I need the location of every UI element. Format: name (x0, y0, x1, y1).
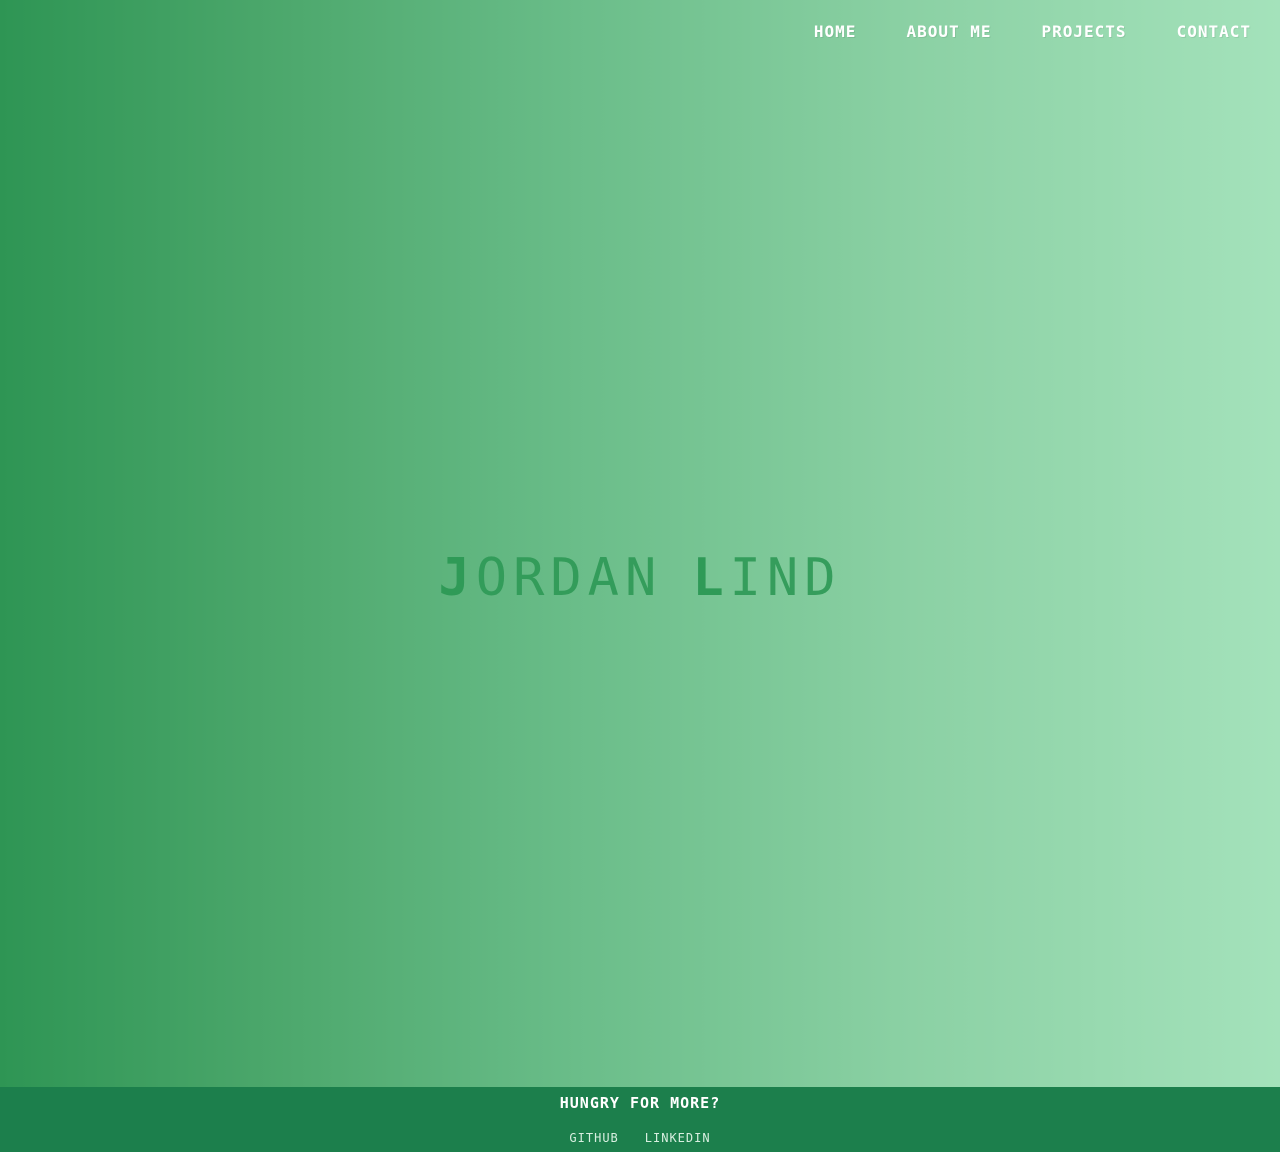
title-first-rest: ORDAN (475, 548, 663, 608)
top-nav: HOME ABOUT ME PROJECTS CONTACT (814, 22, 1251, 42)
footer-links: GITHUB LINKEDIN (0, 1131, 1280, 1145)
nav-projects-link[interactable]: PROJECTS (1042, 22, 1127, 42)
footer: HUNGRY FOR MORE? GITHUB LINKEDIN (0, 1087, 1280, 1152)
site-title: JORDAN LIND (0, 548, 1280, 608)
nav-contact-link[interactable]: CONTACT (1177, 22, 1251, 42)
hero-section: HOME ABOUT ME PROJECTS CONTACT JORDAN LIN… (0, 0, 1280, 1087)
title-last-rest: IND (729, 548, 842, 608)
nav-home-link[interactable]: HOME (814, 22, 857, 42)
footer-heading: HUNGRY FOR MORE? (559, 1094, 721, 1112)
title-last-initial: L (692, 548, 730, 608)
linkedin-link[interactable]: LINKEDIN (645, 1131, 711, 1145)
nav-about-link[interactable]: ABOUT ME (906, 22, 991, 42)
github-link[interactable]: GITHUB (569, 1131, 618, 1145)
title-first-initial: J (438, 548, 476, 608)
